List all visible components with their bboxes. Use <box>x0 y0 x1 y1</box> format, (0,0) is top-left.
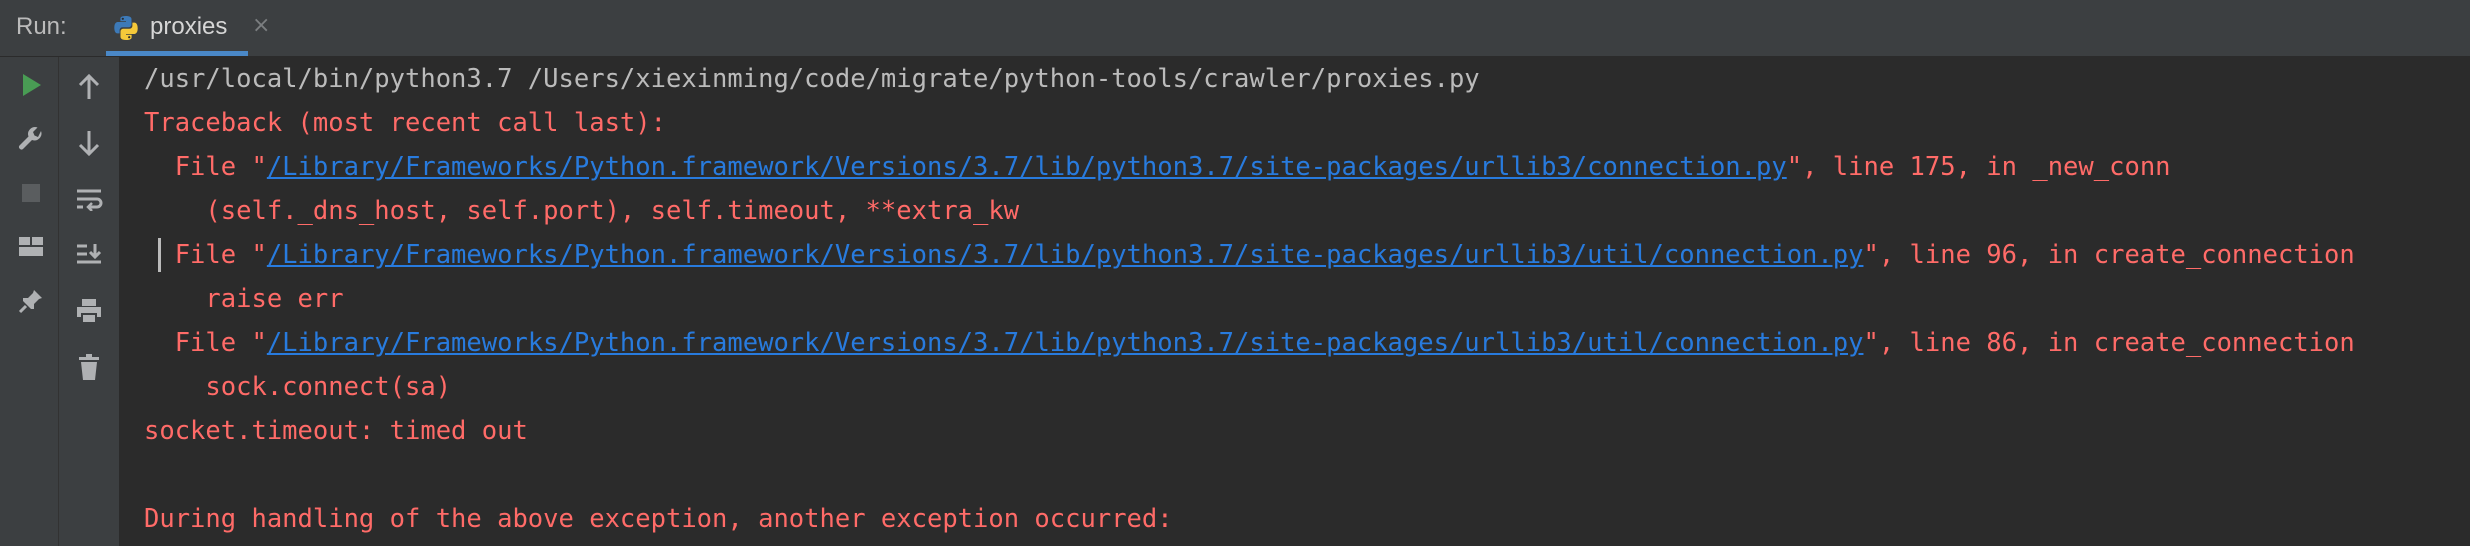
console-output[interactable]: /usr/local/bin/python3.7 /Users/xiexinmi… <box>120 57 2470 546</box>
file-prefix: File " <box>144 328 267 358</box>
run-toolbar-primary <box>0 57 59 546</box>
stop-icon[interactable] <box>11 173 51 213</box>
file-suffix: ", line 86, in create_connection <box>1863 328 2355 358</box>
file-prefix: File " <box>144 240 267 270</box>
pin-icon[interactable] <box>11 281 51 321</box>
console-line-code: sock.connect(sa) <box>144 372 452 402</box>
console-line-error: During handling of the above exception, … <box>144 504 1173 534</box>
file-link[interactable]: /Library/Frameworks/Python.framework/Ver… <box>267 152 1787 182</box>
console-line-file: File "/Library/Frameworks/Python.framewo… <box>144 233 2355 277</box>
run-label: Run: <box>16 13 67 40</box>
layout-icon[interactable] <box>11 227 51 267</box>
arrow-down-icon[interactable] <box>69 123 109 163</box>
arrow-up-icon[interactable] <box>69 67 109 107</box>
print-icon[interactable] <box>69 291 109 331</box>
wrench-icon[interactable] <box>11 119 51 159</box>
console-line-code: (self._dns_host, self.port), self.timeou… <box>144 196 1020 226</box>
file-prefix: File " <box>144 152 267 182</box>
console-line-file: File "/Library/Frameworks/Python.framewo… <box>144 321 2355 365</box>
close-icon[interactable]: × <box>252 13 270 38</box>
console-line-file: File "/Library/Frameworks/Python.framewo… <box>144 145 2171 189</box>
trash-icon[interactable] <box>69 347 109 387</box>
file-suffix: ", line 96, in create_connection <box>1863 240 2355 270</box>
file-link[interactable]: /Library/Frameworks/Python.framework/Ver… <box>267 328 1864 358</box>
tab-proxies[interactable]: proxies × <box>106 0 270 56</box>
console-line-code: raise err <box>144 284 344 314</box>
active-tab-indicator <box>106 51 248 56</box>
run-toolbar-secondary <box>59 57 120 546</box>
run-tool-window-header: Run: proxies × <box>0 0 2470 57</box>
console-line-command: /usr/local/bin/python3.7 /Users/xiexinmi… <box>144 64 1480 94</box>
python-icon <box>112 14 140 42</box>
soft-wrap-icon[interactable] <box>69 179 109 219</box>
text-caret <box>158 238 161 272</box>
file-link[interactable]: /Library/Frameworks/Python.framework/Ver… <box>267 240 1864 270</box>
file-suffix: ", line 175, in _new_conn <box>1786 152 2171 182</box>
console-line-error: socket.timeout: timed out <box>144 416 528 446</box>
scroll-to-end-icon[interactable] <box>69 235 109 275</box>
tab-label: proxies <box>150 13 228 40</box>
run-icon[interactable] <box>11 65 51 105</box>
console-line-traceback: Traceback (most recent call last): <box>144 108 666 138</box>
